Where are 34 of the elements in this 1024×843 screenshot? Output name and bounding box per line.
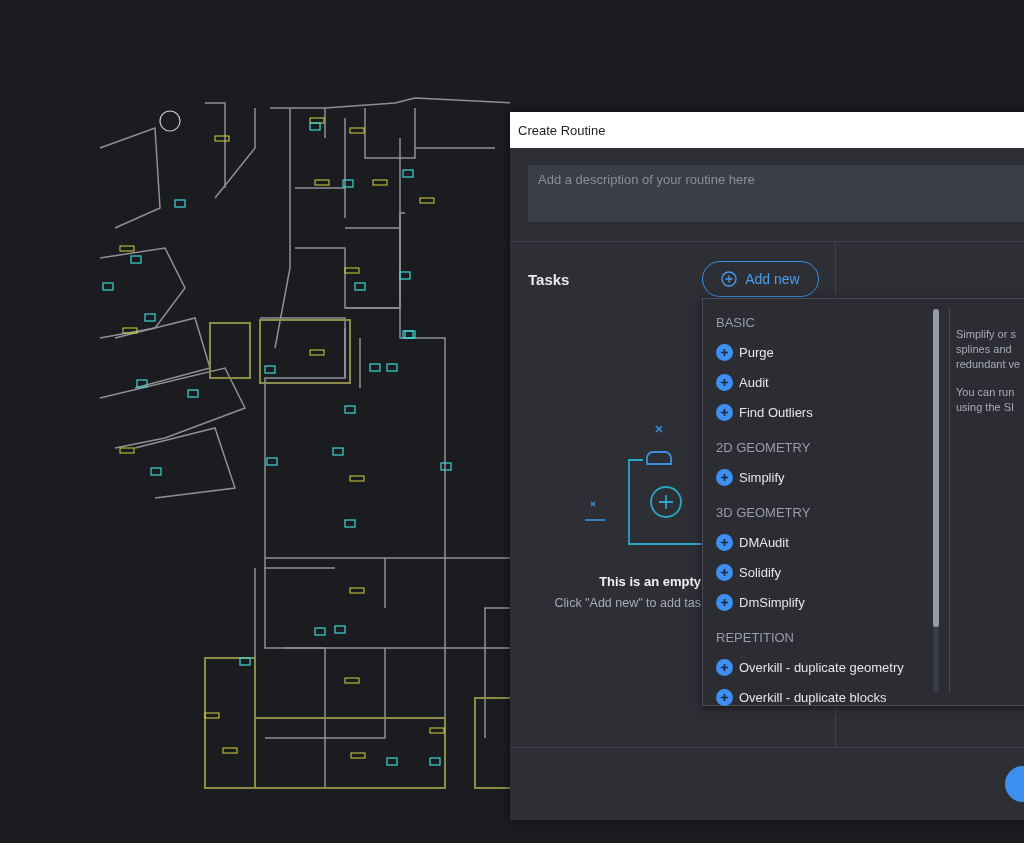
task-description-text: You can run	[956, 385, 1016, 400]
menu-item[interactable]: Audit	[716, 367, 933, 397]
menu-item[interactable]: DMAudit	[716, 527, 933, 557]
task-description-text: Simplify or s	[956, 327, 1017, 342]
plus-icon	[716, 593, 733, 611]
menu-group-heading: 3D GEOMETRY	[716, 503, 812, 522]
description-field[interactable]: Add a description of your routine here	[528, 165, 1024, 222]
plus-icon	[716, 563, 733, 581]
dialog-title: Create Routine	[510, 112, 1024, 148]
plus-icon	[716, 533, 733, 551]
menu-item[interactable]: Overkill - duplicate blocks	[716, 682, 933, 712]
menu-item[interactable]: Overkill - duplicate geometry	[716, 652, 933, 682]
menu-item[interactable]: Simplify	[716, 462, 933, 492]
menu-group-heading: REPETITION	[716, 628, 795, 647]
menu-item[interactable]: Solidify	[716, 557, 933, 587]
menu-group-heading: 2D GEOMETRY	[716, 438, 812, 457]
plus-icon	[716, 343, 733, 361]
task-description-text: using the SI	[956, 400, 1016, 415]
plus-icon	[716, 658, 733, 676]
empty-state-hint: Click "Add new" to add tas	[554, 596, 701, 610]
task-description-text: splines and	[956, 342, 1013, 357]
plus-icon	[716, 468, 733, 486]
task-description-text: redundant ve	[956, 357, 1021, 372]
plus-icon	[716, 688, 733, 706]
tasks-heading: Tasks	[528, 270, 571, 288]
menu-item[interactable]: Find Outliers	[716, 397, 933, 427]
plus-icon	[721, 271, 738, 287]
menu-item[interactable]: Purge	[716, 337, 933, 367]
menu-group-heading: BASIC	[716, 313, 756, 332]
plus-icon	[716, 373, 733, 391]
plus-icon	[716, 403, 733, 421]
menu-item[interactable]: DmSimplify	[716, 587, 933, 617]
empty-state-title: This is an empty	[599, 574, 701, 589]
scrollbar-thumb[interactable]	[933, 309, 939, 627]
